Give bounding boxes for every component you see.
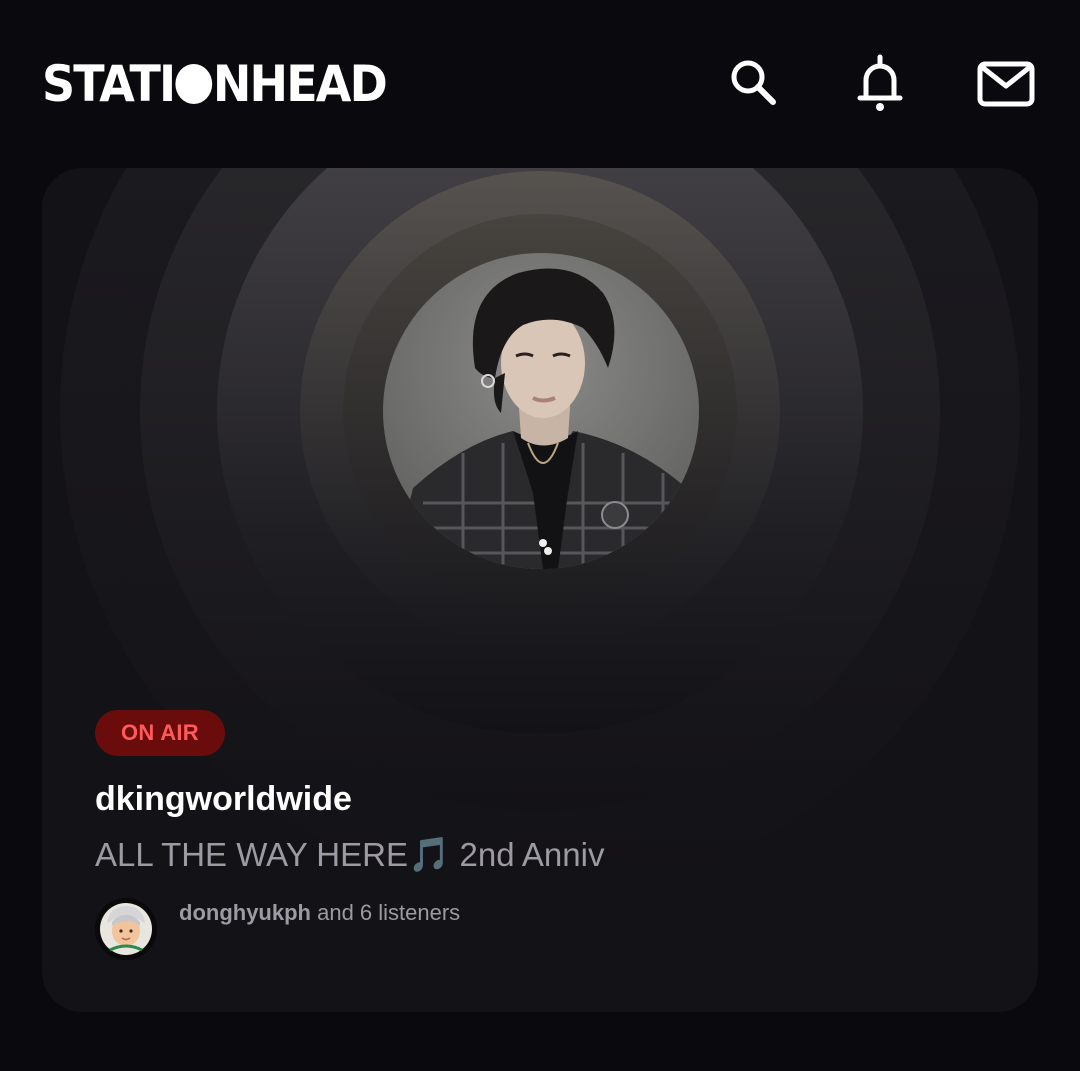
stationhead-logo[interactable]: STATI NHEAD: [42, 55, 388, 113]
listener-avatar: [95, 898, 157, 960]
station-title-suffix: 2nd Anniv: [450, 836, 605, 873]
station-name[interactable]: dkingworldwide: [95, 780, 352, 819]
music-note-emoji: 🎵: [407, 836, 451, 874]
station-title-text: ALL THE WAY HERE: [95, 836, 408, 873]
mail-icon: [977, 61, 1035, 107]
search-icon: [731, 60, 776, 105]
notifications-button[interactable]: [850, 54, 910, 114]
live-station-card[interactable]: ON AIR dkingworldwide ALL THE WAY HERE🎵 …: [42, 168, 1038, 1012]
logo-text-left: STATI: [42, 55, 176, 113]
on-air-badge: ON AIR: [95, 710, 225, 756]
messages-button[interactable]: [976, 54, 1036, 114]
logo-text-right: NHEAD: [212, 55, 388, 113]
search-button[interactable]: [724, 54, 784, 114]
logo-o-dot: [175, 64, 212, 104]
bell-icon: [857, 54, 903, 111]
listeners-summary: donghyukph and 6 listeners: [179, 900, 460, 926]
profile-photo-image: [383, 253, 699, 569]
station-title: ALL THE WAY HERE🎵 2nd Anniv: [95, 835, 604, 875]
top-bar: STATI NHEAD: [0, 0, 1080, 168]
host-username[interactable]: donghyukph: [179, 900, 311, 925]
host-profile-photo[interactable]: [383, 253, 699, 569]
listeners-count-text: and 6 listeners: [310, 900, 461, 925]
